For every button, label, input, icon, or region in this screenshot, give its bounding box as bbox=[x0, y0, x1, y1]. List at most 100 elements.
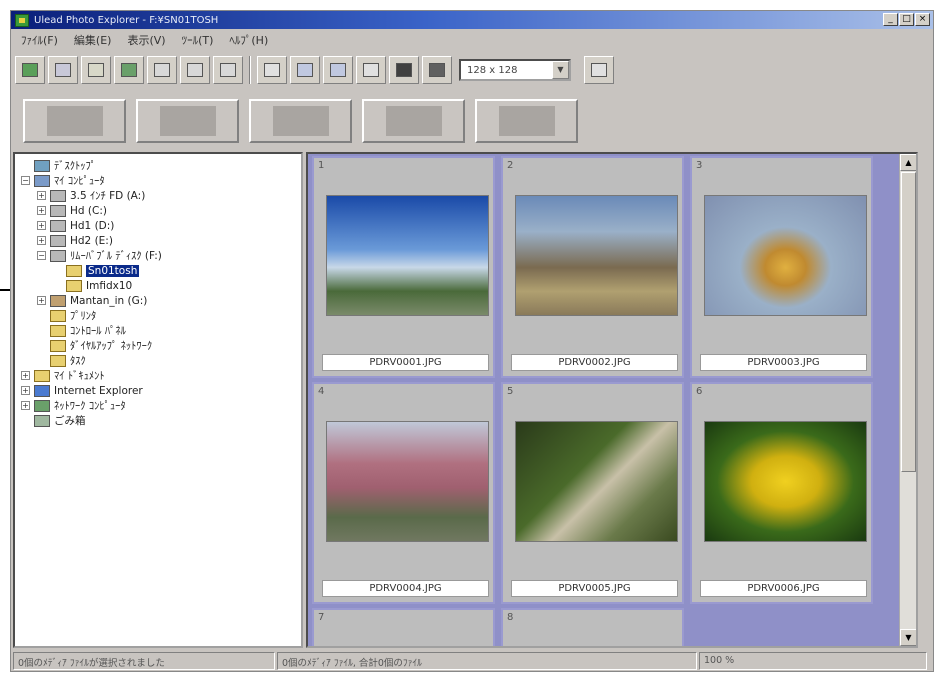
fullscreen-button[interactable] bbox=[422, 56, 452, 84]
tree-item[interactable]: ﾀﾞｲﾔﾙｱｯﾌﾟ ﾈｯﾄﾜｰｸ bbox=[17, 338, 299, 353]
delete-icon bbox=[220, 63, 236, 77]
refresh-button[interactable] bbox=[356, 56, 386, 84]
thumbnail-item[interactable]: 7 bbox=[312, 608, 495, 646]
thumbnail-size-value: 128 x 128 bbox=[467, 64, 518, 76]
expand-icon[interactable]: + bbox=[37, 191, 46, 200]
tree-item[interactable]: + ﾏｲ ﾄﾞｷｭﾒﾝﾄ bbox=[17, 368, 299, 383]
tree-item[interactable]: ﾌﾟﾘﾝﾀ bbox=[17, 308, 299, 323]
close-button[interactable]: × bbox=[915, 13, 930, 26]
status-selection: 0個のﾒﾃﾞｨｱ ﾌｧｲﾙが選択されました bbox=[13, 652, 275, 670]
expand-icon[interactable]: + bbox=[37, 206, 46, 215]
menu-edit[interactable]: 編集(E) bbox=[66, 32, 120, 48]
tree-item-label: ﾃﾞｽｸﾄｯﾌﾟ bbox=[54, 160, 96, 172]
tree-item[interactable]: +3.5 ｲﾝﾁ FD (A:) bbox=[17, 188, 299, 203]
thumbnail-number: 7 bbox=[318, 612, 325, 623]
video-type-button[interactable] bbox=[249, 99, 352, 143]
network-icon bbox=[34, 399, 50, 412]
collapse-icon[interactable]: − bbox=[37, 251, 46, 260]
image-type-button[interactable] bbox=[136, 99, 239, 143]
tree-item[interactable]: − ﾏｲ ｺﾝﾋﾟｭｰﾀ bbox=[17, 173, 299, 188]
expand-icon[interactable]: + bbox=[37, 236, 46, 245]
chevron-down-icon[interactable]: ▼ bbox=[552, 61, 569, 79]
tree-item-label: Internet Explorer bbox=[54, 384, 143, 397]
tree-item[interactable]: + ﾈｯﾄﾜｰｸ ｺﾝﾋﾟｭｰﾀ bbox=[17, 398, 299, 413]
expand-icon[interactable]: + bbox=[21, 401, 30, 410]
thumbnail-item[interactable]: 4 PDRV0004.JPG bbox=[312, 382, 495, 604]
floppy-icon bbox=[50, 189, 66, 202]
scroll-down-icon[interactable]: ▼ bbox=[900, 629, 916, 646]
thumbnail-number: 4 bbox=[318, 386, 325, 397]
open-folder-button[interactable] bbox=[15, 56, 45, 84]
detail-view-button[interactable] bbox=[323, 56, 353, 84]
copy-button[interactable] bbox=[147, 56, 177, 84]
menu-tools[interactable]: ﾂｰﾙ(T) bbox=[174, 32, 222, 48]
tree-item-label: 3.5 ｲﾝﾁ FD (A:) bbox=[70, 190, 146, 202]
expand-icon[interactable]: + bbox=[21, 371, 30, 380]
help-button[interactable] bbox=[584, 56, 614, 84]
menu-file[interactable]: ﾌｧｲﾙ(F) bbox=[13, 32, 66, 48]
recycle-bin-icon bbox=[34, 414, 50, 427]
thumbnail-item[interactable]: 2 PDRV0002.JPG bbox=[501, 156, 684, 378]
tree-item[interactable]: + Hd (C:) bbox=[17, 203, 299, 218]
tree-item-label: ｺﾝﾄﾛｰﾙ ﾊﾟﾈﾙ bbox=[70, 325, 126, 337]
move-button[interactable] bbox=[180, 56, 210, 84]
maximize-button[interactable]: □ bbox=[899, 13, 914, 26]
photo-type-button[interactable] bbox=[23, 99, 126, 143]
slideshow-button[interactable] bbox=[389, 56, 419, 84]
thumbnail-view-button[interactable] bbox=[290, 56, 320, 84]
thumbnail-item[interactable]: 3 PDRV0003.JPG bbox=[690, 156, 873, 378]
menu-help[interactable]: ﾍﾙﾌﾟ(H) bbox=[221, 32, 276, 48]
scroll-up-icon[interactable]: ▲ bbox=[900, 154, 916, 171]
printer-folder-icon bbox=[50, 309, 66, 322]
app-icon[interactable] bbox=[15, 13, 29, 27]
thumbnail-photo[interactable] bbox=[704, 195, 867, 316]
tree-item[interactable]: ｺﾝﾄﾛｰﾙ ﾊﾟﾈﾙ bbox=[17, 323, 299, 338]
vertical-scrollbar[interactable]: ▲ ▼ bbox=[899, 154, 916, 646]
thumbnail-item[interactable]: 1 PDRV0001.JPG bbox=[312, 156, 495, 378]
tree-item[interactable]: Sn01tosh bbox=[17, 263, 299, 278]
app-window: Ulead Photo Explorer - F:¥SN01TOSH _ □ ×… bbox=[10, 10, 934, 672]
thumbnail-photo[interactable] bbox=[515, 421, 678, 542]
drive-icon bbox=[50, 234, 66, 247]
thumbnail-photo[interactable] bbox=[704, 421, 867, 542]
tree-item[interactable]: ごみ箱 bbox=[17, 413, 299, 428]
tree-item[interactable]: ﾀｽｸ bbox=[17, 353, 299, 368]
thumbnail-item[interactable]: 6 PDRV0006.JPG bbox=[690, 382, 873, 604]
thumbnail-photo[interactable] bbox=[326, 195, 489, 316]
detail-view-icon bbox=[330, 63, 346, 77]
acquire-button[interactable] bbox=[114, 56, 144, 84]
view-list-button[interactable] bbox=[48, 56, 78, 84]
folder-tree[interactable]: ﾃﾞｽｸﾄｯﾌﾟ − ﾏｲ ｺﾝﾋﾟｭｰﾀ +3.5 ｲﾝﾁ FD (A:) + Hd (… bbox=[13, 152, 303, 648]
thumbnail-photo[interactable] bbox=[515, 195, 678, 316]
thumbnail-grid[interactable]: ▲ ▼ 1 PDRV0001.JPG 2 PDRV0002.JPG 3 PDRV0003.… bbox=[306, 152, 918, 648]
minimize-button[interactable]: _ bbox=[883, 13, 898, 26]
collapse-icon[interactable]: − bbox=[21, 176, 30, 185]
menu-view[interactable]: 表示(V) bbox=[119, 32, 173, 48]
tree-item[interactable]: ﾃﾞｽｸﾄｯﾌﾟ bbox=[17, 158, 299, 173]
expand-icon[interactable]: + bbox=[37, 296, 46, 305]
tree-item[interactable]: + Hd2 (E:) bbox=[17, 233, 299, 248]
expand-icon[interactable]: + bbox=[37, 221, 46, 230]
thumbnail-filename: PDRV0003.JPG bbox=[700, 354, 867, 371]
tree-item-label: Hd1 (D:) bbox=[70, 219, 115, 232]
tree-item[interactable]: + Internet Explorer bbox=[17, 383, 299, 398]
sort-button[interactable] bbox=[81, 56, 111, 84]
scroll-thumb[interactable] bbox=[901, 172, 916, 472]
expand-icon[interactable]: + bbox=[21, 386, 30, 395]
properties-button[interactable] bbox=[257, 56, 287, 84]
thumbnail-item[interactable]: 8 bbox=[501, 608, 684, 646]
tree-item[interactable]: Imfidx10 bbox=[17, 278, 299, 293]
tree-item[interactable]: + Hd1 (D:) bbox=[17, 218, 299, 233]
title-bar[interactable]: Ulead Photo Explorer - F:¥SN01TOSH _ □ × bbox=[11, 11, 933, 29]
tree-item[interactable]: − ﾘﾑｰﾊﾞﾌﾞﾙ ﾃﾞｨｽｸ (F:) bbox=[17, 248, 299, 263]
display-type-button[interactable] bbox=[362, 99, 465, 143]
thumbnail-number: 8 bbox=[507, 612, 514, 623]
thumbnail-size-select[interactable]: 128 x 128 ▼ bbox=[459, 59, 571, 81]
document-type-button[interactable] bbox=[475, 99, 578, 143]
thumbnail-photo[interactable] bbox=[326, 421, 489, 542]
delete-button[interactable] bbox=[213, 56, 243, 84]
thumbnail-item[interactable]: 5 PDRV0005.JPG bbox=[501, 382, 684, 604]
tree-item[interactable]: + Mantan_in (G:) bbox=[17, 293, 299, 308]
media-type-toolbar bbox=[15, 95, 578, 147]
monitor-icon bbox=[429, 63, 445, 77]
